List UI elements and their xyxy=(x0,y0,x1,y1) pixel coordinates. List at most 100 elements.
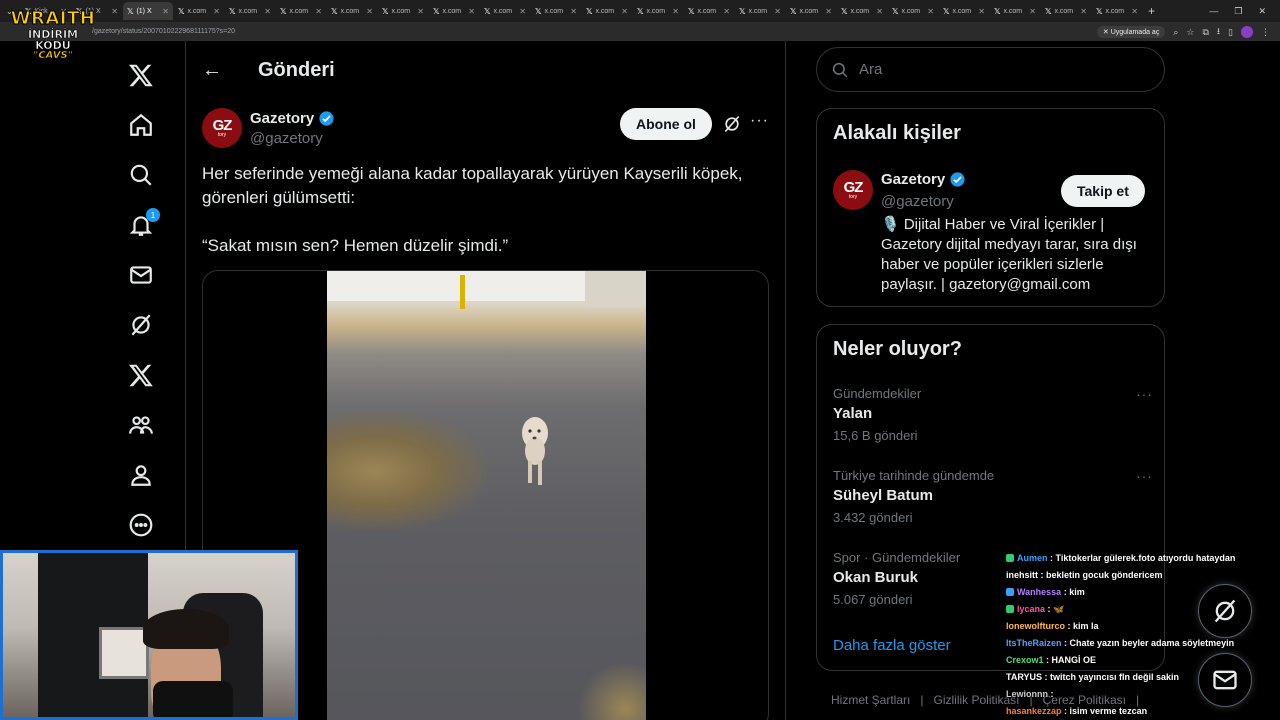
related-name[interactable]: Gazetory xyxy=(881,171,966,188)
trend-name: Süheyl Batum xyxy=(833,487,934,504)
browser-tab[interactable]: 𝕏x.com ✕ xyxy=(786,2,836,20)
browser-tab[interactable]: 𝕏x.com ✕ xyxy=(378,2,428,20)
tab-close-icon[interactable]: ✕ xyxy=(978,7,985,16)
nav-premium[interactable] xyxy=(116,350,166,400)
browser-tab[interactable]: 𝕏x.com ✕ xyxy=(990,2,1040,20)
browser-menu-icon[interactable]: ⋮ xyxy=(1261,27,1270,38)
show-more-link[interactable]: Daha fazla göster xyxy=(833,637,951,654)
browser-tab[interactable]: 𝕏x.com ✕ xyxy=(735,2,785,20)
browser-tab[interactable]: 𝕏x.com ✕ xyxy=(633,2,683,20)
stream-chat-overlay: Aumen : Tiktokerlar gülerek.foto atıyord… xyxy=(1006,550,1256,720)
tab-close-icon[interactable]: ✕ xyxy=(417,7,424,16)
trend-item[interactable]: Türkiye tarihinde gündemde Süheyl Batum … xyxy=(833,468,1153,525)
tab-close-icon[interactable]: ✕ xyxy=(111,7,118,16)
bookmark-star-icon[interactable]: ☆ xyxy=(1186,27,1194,38)
more-options-icon[interactable]: ··· xyxy=(750,112,769,130)
tab-close-icon[interactable]: ✕ xyxy=(927,7,934,16)
subscribe-button[interactable]: Abone ol xyxy=(620,108,712,140)
x-favicon-icon: 𝕏 xyxy=(484,6,491,16)
browser-tab[interactable]: 𝕏x.com ✕ xyxy=(1092,2,1142,20)
nav-messages[interactable] xyxy=(116,250,166,300)
restore-icon[interactable]: ❐ xyxy=(1234,6,1242,17)
tab-close-icon[interactable]: ✕ xyxy=(519,7,526,16)
nav-home[interactable] xyxy=(116,100,166,150)
back-arrow-icon[interactable]: ← xyxy=(186,59,238,82)
chat-text: 🦋 xyxy=(1053,604,1065,614)
browser-tab[interactable]: 𝕏x.com ✕ xyxy=(888,2,938,20)
tab-close-icon[interactable]: ✕ xyxy=(570,7,577,16)
tab-close-icon[interactable]: ✕ xyxy=(825,7,832,16)
author-avatar[interactable]: GZ tory xyxy=(202,108,242,148)
tab-label: x.com xyxy=(901,7,921,15)
x-favicon-icon: 𝕏 xyxy=(892,6,899,16)
extensions-icon[interactable]: ⧉ xyxy=(1202,27,1208,38)
tab-close-icon[interactable]: ✕ xyxy=(876,7,883,16)
browser-tab[interactable]: 𝕏x.com ✕ xyxy=(225,2,275,20)
tab-close-icon[interactable]: ✕ xyxy=(315,7,322,16)
related-handle[interactable]: @gazetory xyxy=(881,193,954,210)
tab-close-icon[interactable]: ✕ xyxy=(1080,7,1087,16)
tab-close-icon[interactable]: ✕ xyxy=(468,7,475,16)
browser-tab[interactable]: 𝕏x.com ✕ xyxy=(480,2,530,20)
trend-more-icon[interactable]: ··· xyxy=(1136,468,1153,484)
close-window-icon[interactable]: ✕ xyxy=(1258,6,1266,17)
nav-grok[interactable] xyxy=(116,300,166,350)
video-gatepost xyxy=(585,271,646,307)
tab-close-icon[interactable]: ✕ xyxy=(1131,7,1138,16)
browser-tab[interactable]: 𝕏x.com ✕ xyxy=(939,2,989,20)
address-bar[interactable]: /gazetory/status/2007010222968111175?s=2… xyxy=(0,22,1280,41)
url-text[interactable]: /gazetory/status/2007010222968111175?s=2… xyxy=(92,28,235,35)
tab-close-icon[interactable]: ✕ xyxy=(366,7,373,16)
zoom-icon[interactable]: ⌕ xyxy=(1173,27,1178,38)
nav-profile[interactable] xyxy=(116,450,166,500)
tab-close-icon[interactable]: ✕ xyxy=(162,7,169,16)
browser-tab[interactable]: 𝕏 (1) X ✕ xyxy=(123,2,173,20)
tab-close-icon[interactable]: ✕ xyxy=(213,7,220,16)
new-tab-icon[interactable]: + xyxy=(1148,4,1155,18)
tab-close-icon[interactable]: ✕ xyxy=(1029,7,1036,16)
tab-close-icon[interactable]: ✕ xyxy=(621,7,628,16)
tab-close-icon[interactable]: ✕ xyxy=(723,7,730,16)
browser-tab[interactable]: 𝕏x.com ✕ xyxy=(837,2,887,20)
search-box[interactable] xyxy=(816,47,1165,92)
browser-tab[interactable]: 𝕏x.com ✕ xyxy=(531,2,581,20)
browser-tab[interactable]: 𝕏x.com ✕ xyxy=(276,2,326,20)
minimize-icon[interactable]: — xyxy=(1209,6,1218,16)
nav-explore[interactable] xyxy=(116,150,166,200)
browser-tab[interactable]: 𝕏x.com ✕ xyxy=(1041,2,1091,20)
post-text-line1: Her seferinde yemeği alana kadar topalla… xyxy=(202,164,743,207)
profile-avatar[interactable] xyxy=(1241,26,1253,38)
related-avatar-subtext: tory xyxy=(848,193,858,200)
grok-icon[interactable] xyxy=(722,114,742,134)
tab-close-icon[interactable]: ✕ xyxy=(774,7,781,16)
chat-username: lonewolfturco xyxy=(1006,621,1065,631)
footer-link-terms[interactable]: Hizmet Şartları xyxy=(831,693,910,707)
sidebar-icon[interactable]: ▯ xyxy=(1228,27,1233,38)
trend-category: Türkiye tarihinde gündemde xyxy=(833,468,995,483)
chat-username: Wanhessa xyxy=(1017,587,1062,597)
tab-close-icon[interactable]: ✕ xyxy=(672,7,679,16)
video-player[interactable] xyxy=(327,271,646,720)
browser-tab[interactable]: 𝕏x.com ✕ xyxy=(684,2,734,20)
nav-notifications[interactable]: 1 xyxy=(116,200,166,250)
author-handle[interactable]: @gazetory xyxy=(250,130,323,147)
nav-communities[interactable] xyxy=(116,400,166,450)
download-icon[interactable]: ⭳ xyxy=(1217,24,1220,40)
open-in-app-button[interactable]: ✕ Uygulamada aç xyxy=(1096,26,1166,38)
browser-tab[interactable]: 𝕏x.com ✕ xyxy=(582,2,632,20)
sponsor-line2: İNDİRİM KODU xyxy=(27,28,79,52)
related-avatar[interactable]: GZ tory xyxy=(833,170,873,210)
nav-more[interactable] xyxy=(116,500,166,550)
trend-name: Yalan xyxy=(833,405,873,422)
follow-button[interactable]: Takip et xyxy=(1061,175,1145,207)
tab-close-icon[interactable]: ✕ xyxy=(264,7,271,16)
browser-tab[interactable]: 𝕏x.com ✕ xyxy=(327,2,377,20)
browser-tab[interactable]: 𝕏x.com ✕ xyxy=(429,2,479,20)
trend-more-icon[interactable]: ··· xyxy=(1136,386,1153,402)
search-input[interactable] xyxy=(859,61,1139,78)
browser-tab[interactable]: 𝕏x.com ✕ xyxy=(174,2,224,20)
author-name[interactable]: Gazetory xyxy=(250,110,335,127)
nav-x-logo[interactable] xyxy=(116,50,166,100)
chat-separator: : xyxy=(1061,587,1070,597)
trend-item[interactable]: Gündemdekiler Yalan 15,6 B gönderi ··· xyxy=(833,386,1153,443)
